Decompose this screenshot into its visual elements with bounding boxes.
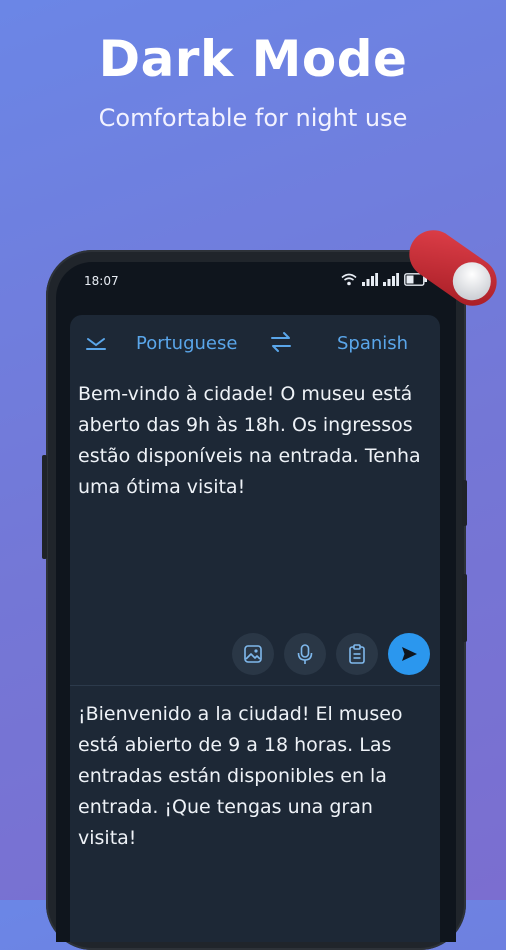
divider xyxy=(70,685,440,686)
toggle-switch-icon xyxy=(409,230,497,306)
image-icon xyxy=(244,645,262,663)
translate-send-button[interactable] xyxy=(388,633,430,675)
phone-side-button xyxy=(462,574,467,642)
image-button[interactable] xyxy=(232,633,274,675)
translated-text-output: ¡Bienvenido a la ciudad! El museo está a… xyxy=(78,703,403,849)
language-bar: Portuguese Spanish xyxy=(70,315,440,371)
translator-card: Portuguese Spanish Bem-vindo à cidade! O… xyxy=(70,315,440,942)
paste-button[interactable] xyxy=(336,633,378,675)
status-time: 18:07 xyxy=(84,274,119,288)
signal-icon xyxy=(382,272,399,286)
source-text-input[interactable]: Bem-vindo à cidade! O museu está aberto … xyxy=(78,379,434,503)
collapse-chevron-icon[interactable] xyxy=(85,335,107,351)
promo-subtitle: Comfortable for night use xyxy=(98,104,408,132)
microphone-icon xyxy=(297,644,313,664)
signal-icon xyxy=(361,272,378,286)
microphone-button[interactable] xyxy=(284,633,326,675)
status-bar: 18:07 3 xyxy=(56,262,456,300)
phone-screen: 18:07 3 xyxy=(56,262,456,942)
clipboard-icon xyxy=(349,644,365,664)
promo-title: Dark Mode xyxy=(98,30,408,88)
target-language-selector[interactable]: Spanish xyxy=(337,333,408,354)
phone-side-button xyxy=(42,455,47,559)
wifi-icon xyxy=(341,273,357,285)
source-language-selector[interactable]: Portuguese xyxy=(136,333,237,354)
swap-icon[interactable] xyxy=(268,330,294,354)
phone-side-button xyxy=(462,480,467,526)
send-icon xyxy=(402,647,417,661)
